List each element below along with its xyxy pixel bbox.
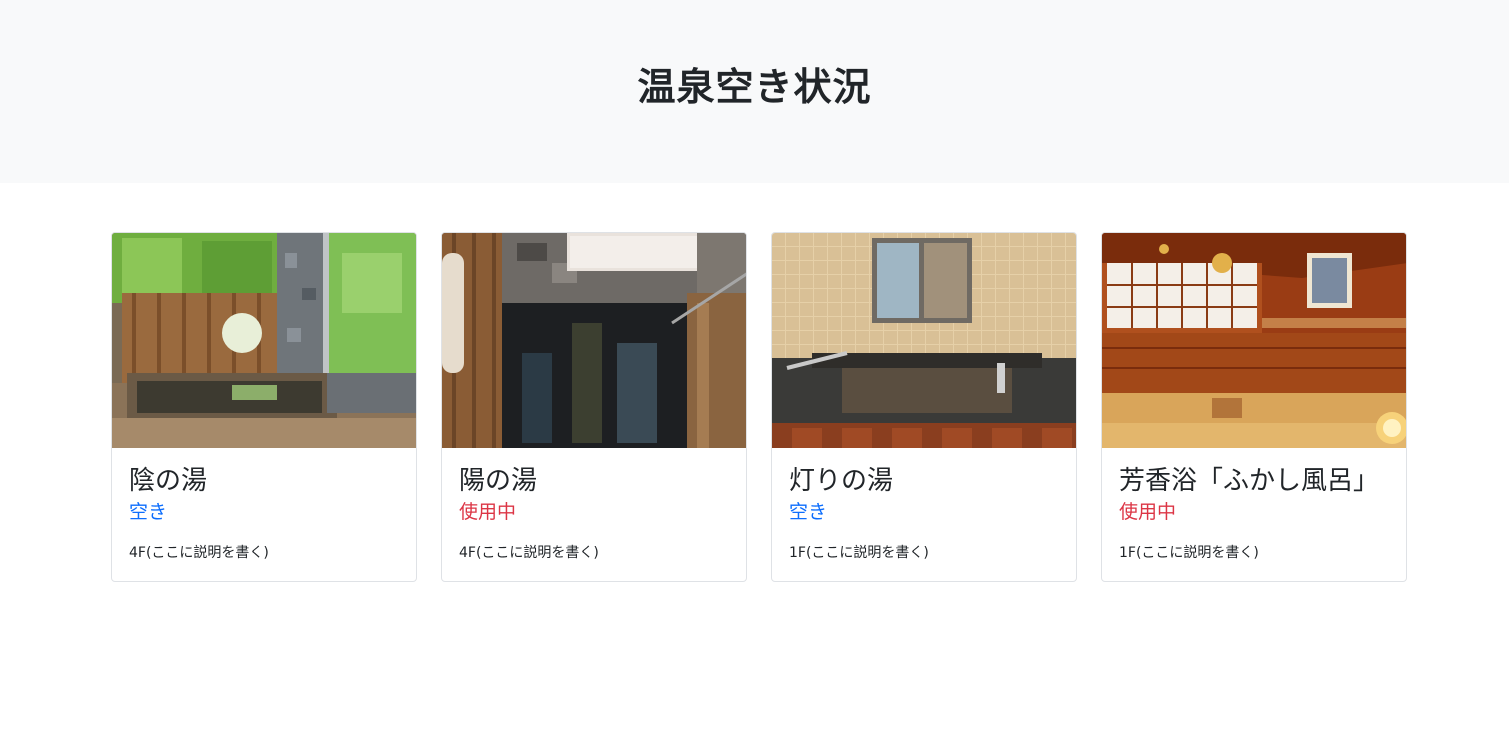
page-title: 温泉空き状況	[637, 65, 872, 109]
bath-card[interactable]: 陽の湯 使用中 4F(ここに説明を書く)	[441, 232, 747, 582]
bath-card[interactable]: 陰の湯 空き 4F(ここに説明を書く)	[111, 232, 417, 582]
bath-photo	[112, 233, 416, 448]
bath-photo	[442, 233, 746, 448]
bath-card-list: 陰の湯 空き 4F(ここに説明を書く) 陽の湯 使用中 4F(ここに説明を書く)…	[111, 232, 1407, 582]
page-header: 温泉空き状況	[0, 0, 1509, 183]
bath-title: 陽の湯	[459, 466, 538, 496]
status-label: 使用中	[459, 501, 517, 523]
bath-title: 陰の湯	[129, 466, 208, 496]
bath-description: 4F(ここに説明を書く)	[129, 545, 269, 561]
status-label: 使用中	[1119, 501, 1177, 523]
bath-photo	[1102, 233, 1406, 448]
bath-description: 1F(ここに説明を書く)	[789, 545, 929, 561]
bath-title: 灯りの湯	[789, 466, 894, 496]
bath-card[interactable]: 灯りの湯 空き 1F(ここに説明を書く)	[771, 232, 1077, 582]
bath-description: 4F(ここに説明を書く)	[459, 545, 599, 561]
bath-photo	[772, 233, 1076, 448]
bath-title: 芳香浴「ふかし風呂」	[1119, 466, 1380, 496]
status-label: 空き	[129, 501, 168, 523]
status-label: 空き	[789, 501, 828, 523]
bath-description: 1F(ここに説明を書く)	[1119, 545, 1259, 561]
bath-card[interactable]: 芳香浴「ふかし風呂」 使用中 1F(ここに説明を書く)	[1101, 232, 1407, 582]
